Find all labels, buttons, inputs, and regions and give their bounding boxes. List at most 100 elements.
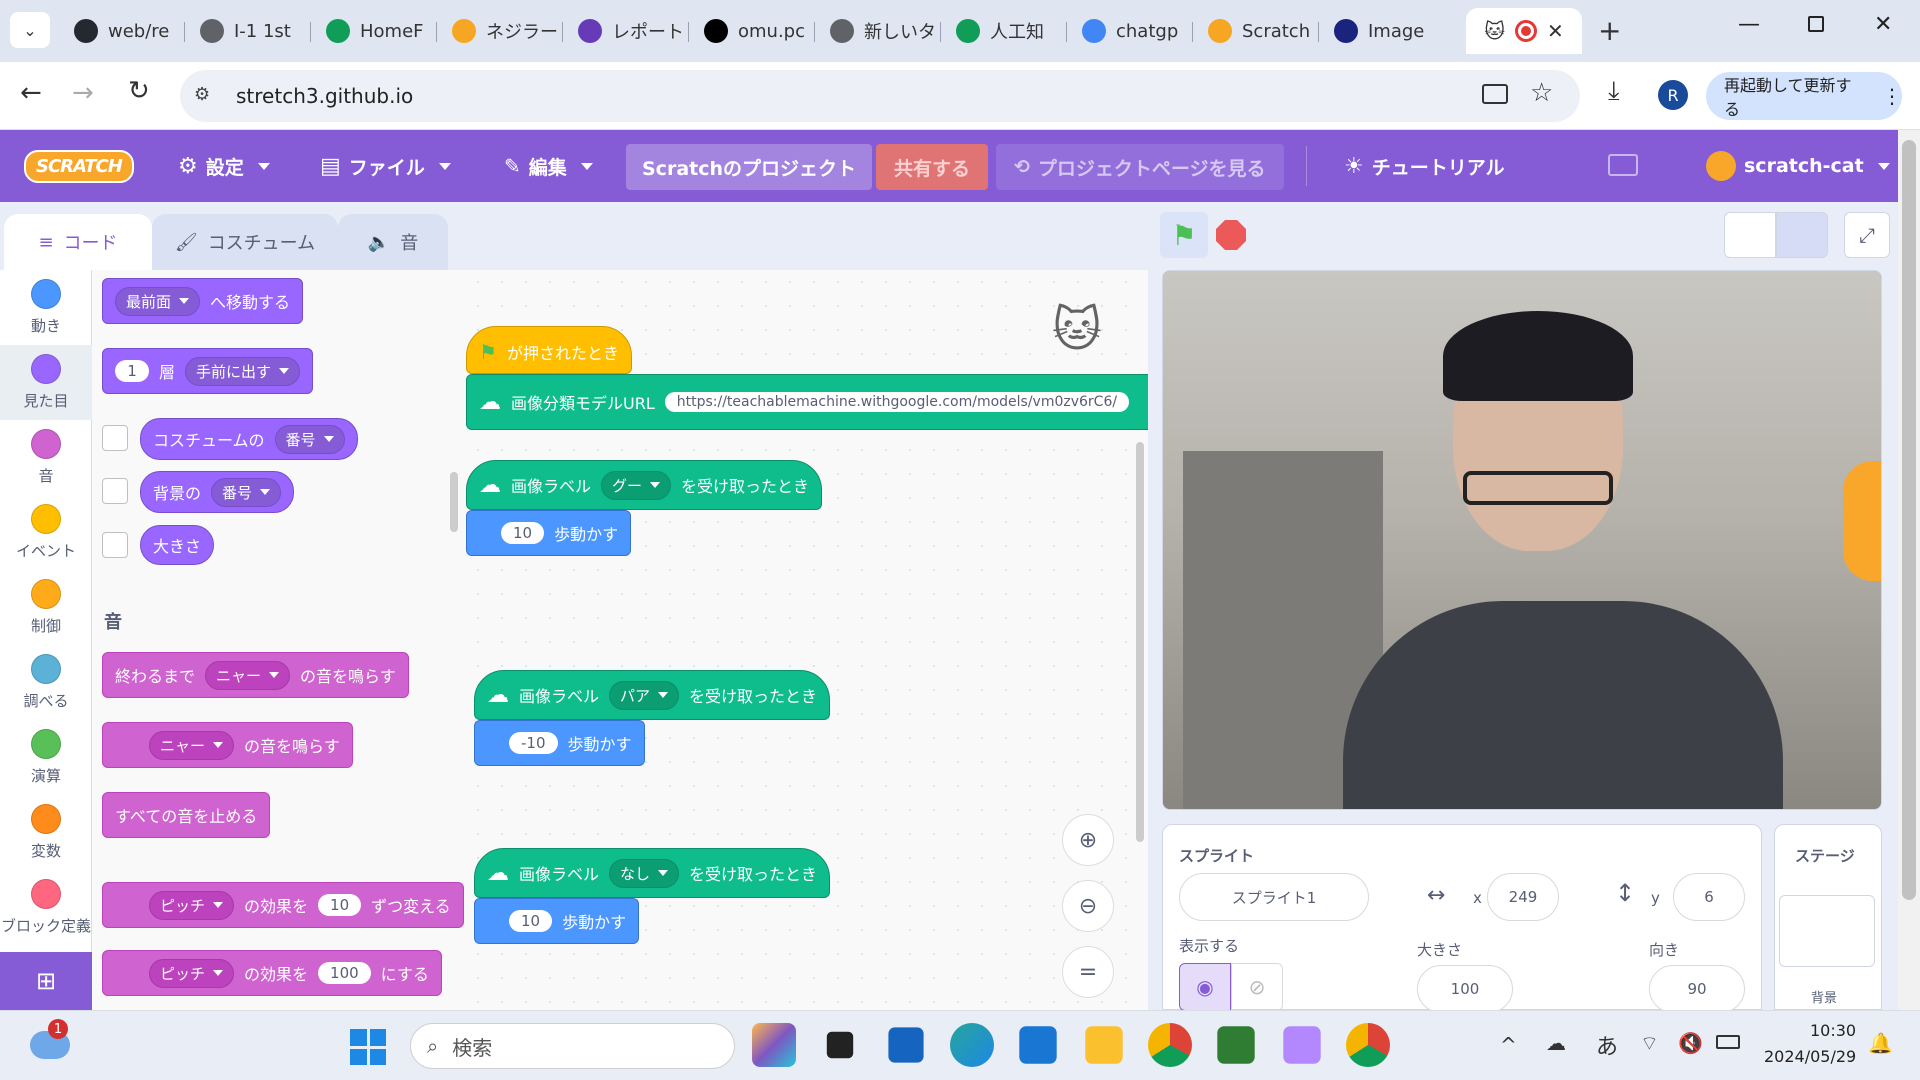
block-set-effect[interactable]: ピッチ の効果を 100 にする — [102, 950, 442, 996]
effect-set-input[interactable]: 100 — [318, 962, 371, 984]
address-bar[interactable]: ⚙ stretch3.github.io ☆ — [180, 70, 1580, 122]
browser-tab[interactable]: omu.pc — [692, 8, 812, 54]
browser-tab[interactable]: レポート — [566, 8, 686, 54]
block-go-layers[interactable]: 1 層 手前に出す — [102, 348, 314, 394]
stage-selector-pane[interactable]: ステージ 背景 — [1774, 824, 1882, 1010]
backdrop-thumbnail[interactable] — [1779, 895, 1875, 967]
layer-dropdown[interactable]: 最前面 — [115, 286, 201, 316]
when-flag-clicked-hat[interactable]: ⚑ が押されたとき — [466, 326, 632, 374]
image-label-hat-block[interactable]: ☁ 画像ラベル パア を受け取ったとき — [474, 670, 831, 720]
palette-scrollbar[interactable] — [450, 472, 458, 532]
tab-code[interactable]: ≡ コード — [4, 214, 152, 270]
ime-indicator[interactable]: あ — [1596, 1029, 1618, 1061]
model-url-input[interactable]: https://teachablemachine.withgoogle.com/… — [664, 392, 1130, 412]
show-visible-button[interactable]: ◉ — [1179, 963, 1231, 1011]
x-input[interactable]: 249 — [1487, 873, 1559, 921]
browser-tab[interactable]: 新しいタ — [818, 8, 938, 54]
site-info-icon[interactable]: ⚙ — [194, 84, 210, 105]
layers-input[interactable]: 1 — [115, 360, 149, 382]
sound-dropdown[interactable]: ニャー — [149, 730, 235, 760]
image-label-dropdown[interactable]: グー — [601, 470, 672, 500]
store-icon[interactable] — [888, 1027, 924, 1063]
browser-tab[interactable]: 人工知 — [944, 8, 1064, 54]
y-input[interactable]: 6 — [1673, 873, 1745, 921]
script-scrollbar[interactable] — [1136, 442, 1144, 842]
share-button[interactable]: 共有する — [876, 144, 989, 190]
image-label-hat-block[interactable]: ☁ 画像ラベル グー を受け取ったとき — [466, 460, 823, 510]
file-explorer-icon[interactable] — [1085, 1026, 1123, 1064]
block-go-to-layer[interactable]: 最前面 へ移動する — [102, 278, 304, 324]
block-change-effect[interactable]: ピッチ の効果を 10 ずつ変える — [102, 882, 464, 928]
clock-time[interactable]: 10:30 — [1810, 1021, 1856, 1040]
browser-tab[interactable]: Image — [1322, 8, 1442, 54]
camera-icon[interactable] — [1482, 84, 1508, 104]
tab-search-button[interactable]: ⌄ — [10, 12, 50, 48]
costume-monitor-checkbox[interactable] — [102, 425, 128, 451]
size-monitor-checkbox[interactable] — [102, 532, 128, 558]
zoom-out-button[interactable]: ⊖ — [1062, 880, 1114, 932]
browser-tab[interactable]: I-1 1st — [188, 8, 308, 54]
effect-dropdown[interactable]: ピッチ — [149, 890, 235, 920]
bookmark-star-icon[interactable]: ☆ — [1530, 78, 1553, 108]
reload-icon[interactable]: ↻ — [128, 76, 150, 106]
category-2[interactable]: 音 — [0, 420, 92, 495]
block-stop-all-sounds[interactable]: すべての音を止める — [102, 792, 271, 838]
classroom-icon[interactable] — [1217, 1026, 1255, 1064]
page-scrollbar[interactable] — [1898, 130, 1920, 1010]
file-menu[interactable]: ▤ ファイル — [320, 130, 451, 202]
size-reporter[interactable]: 大きさ — [140, 525, 215, 565]
fullscreen-icon[interactable]: ⤢ — [1844, 212, 1890, 258]
category-4[interactable]: 制御 — [0, 570, 92, 645]
move-steps-block[interactable]: -10 歩動かす — [474, 720, 645, 766]
large-stage-button[interactable] — [1776, 212, 1828, 258]
move-steps-block[interactable]: 10 歩動かす — [474, 898, 640, 944]
start-button[interactable] — [350, 1029, 386, 1065]
move-steps-block[interactable]: 10 歩動かす — [466, 510, 632, 556]
scratch-logo[interactable]: SCRATCH — [24, 130, 134, 202]
small-stage-button[interactable] — [1724, 212, 1776, 258]
tray-chevron-icon[interactable]: ^ — [1500, 1033, 1517, 1057]
stop-button[interactable] — [1216, 220, 1246, 250]
project-title-input[interactable]: Scratchのプロジェクト — [626, 144, 873, 190]
browser-tab[interactable]: web/re — [62, 8, 182, 54]
more-menu-icon[interactable]: ⋮ — [1882, 84, 1902, 108]
account-menu[interactable]: scratch-cat — [1706, 130, 1890, 202]
settings-menu[interactable]: ⚙ 設定 — [178, 130, 270, 202]
outlook-icon[interactable] — [1019, 1026, 1057, 1064]
forward-dropdown[interactable]: 手前に出す — [185, 356, 301, 386]
stage-canvas[interactable] — [1162, 270, 1882, 810]
close-window-icon[interactable]: ✕ — [1874, 12, 1892, 37]
onedrive-icon[interactable]: ☁ — [1546, 1031, 1566, 1055]
tab-sounds[interactable]: 🔈 音 — [338, 214, 448, 270]
zoom-in-button[interactable]: ⊕ — [1062, 814, 1114, 866]
see-project-page-button[interactable]: ⟲ プロジェクトページを見る — [996, 144, 1284, 190]
costume-dropdown[interactable]: 番号 — [274, 424, 345, 454]
tutorials-button[interactable]: ☀ チュートリアル — [1344, 130, 1505, 202]
zoom-reset-button[interactable]: = — [1062, 946, 1114, 998]
backdrop-reporter[interactable]: 背景の 番号 — [140, 471, 295, 513]
chrome-icon[interactable] — [1346, 1023, 1390, 1067]
image-label-dropdown[interactable]: なし — [609, 858, 680, 888]
category-6[interactable]: 演算 — [0, 720, 92, 795]
effect-dropdown[interactable]: ピッチ — [149, 958, 235, 988]
block-start-sound[interactable]: ニャー の音を鳴らす — [102, 722, 353, 768]
battery-icon[interactable] — [1716, 1035, 1740, 1049]
browser-tab[interactable]: ネジラー — [440, 8, 560, 54]
close-tab-icon[interactable]: ✕ — [1547, 19, 1564, 43]
hide-button[interactable]: ⊘ — [1231, 963, 1283, 1011]
new-tab-button[interactable]: + — [1598, 14, 1621, 47]
category-5[interactable]: 調べる — [0, 645, 92, 720]
direction-input[interactable]: 90 — [1649, 965, 1745, 1013]
back-icon[interactable]: ← — [20, 78, 42, 108]
category-3[interactable]: イベント — [0, 495, 92, 570]
model-url-block[interactable]: ☁ 画像分類モデルURL https://teachablemachine.wi… — [466, 374, 1148, 430]
steps-input[interactable]: 10 — [509, 910, 553, 932]
profile-avatar[interactable]: R — [1658, 80, 1688, 110]
image-label-hat-block[interactable]: ☁ 画像ラベル なし を受け取ったとき — [474, 848, 831, 898]
volume-muted-icon[interactable]: 🔇 — [1678, 1031, 1703, 1055]
tab-scratch-active[interactable]: 🐱 ✕ — [1466, 8, 1582, 54]
download-icon[interactable]: ⤓ — [1608, 76, 1620, 107]
add-extension-button[interactable]: ⊞ — [0, 952, 92, 1010]
browser-tab[interactable]: chatgp — [1070, 8, 1190, 54]
edit-menu[interactable]: ✎ 編集 — [504, 130, 593, 202]
